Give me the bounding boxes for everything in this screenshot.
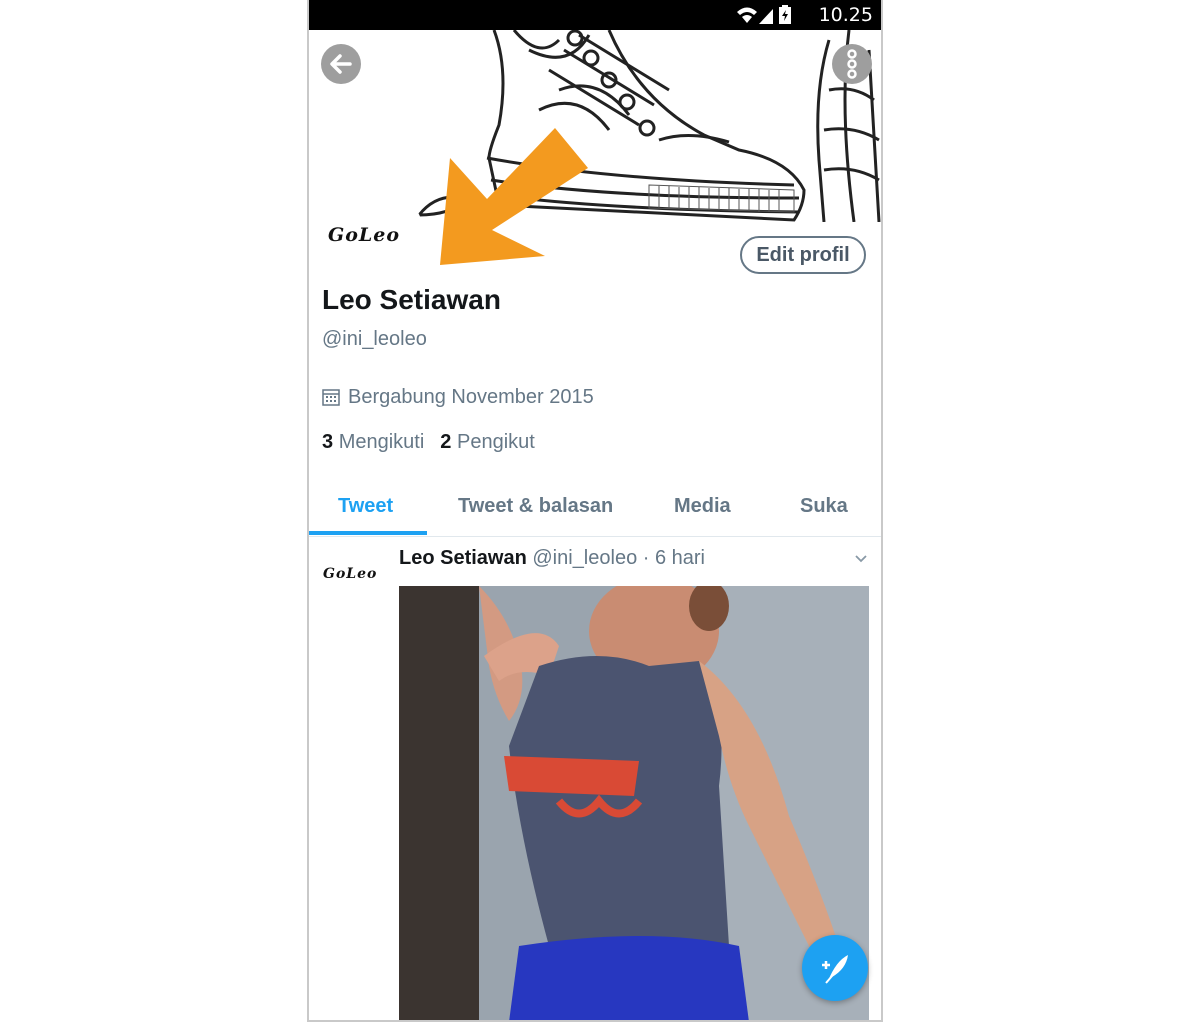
joined-text: Bergabung November 2015 [348,386,594,408]
followers-link[interactable]: 2 Pengikut [440,431,535,453]
status-icons [737,5,791,24]
gif-photo [399,586,869,1020]
arrow-left-icon [330,54,352,74]
profile-handle: @ini_leoleo [322,328,427,350]
profile-name: Leo Setiawan [322,284,501,315]
more-options-button[interactable] [832,44,872,84]
following-label: Mengikuti [338,431,425,453]
follow-stats: 3 Mengikuti 2 Pengikut [322,431,535,454]
phone-screen: 10.25 GoLeo Edit profil Leo Setiawan @in… [307,0,883,1022]
tab-tweet[interactable]: Tweet [338,495,393,518]
followers-count: 2 [440,431,452,453]
active-tab-indicator [309,531,427,535]
tab-media[interactable]: Media [674,495,731,518]
profile-avatar[interactable]: GoLeo [314,182,424,292]
tweet-author[interactable]: Leo Setiawan [399,547,527,569]
status-time: 10.25 [818,4,873,26]
status-bar: 10.25 [309,0,881,30]
calendar-icon [322,389,340,406]
back-button[interactable] [321,44,361,84]
following-link[interactable]: 3 Mengikuti [322,431,424,453]
avatar-logo-text: GoLeo [328,224,401,246]
edit-profile-button[interactable]: Edit profil [740,236,866,274]
compose-feather-icon [822,955,848,984]
compose-tweet-button[interactable] [802,935,868,1001]
more-vertical-icon [847,49,857,79]
profile-tabs: Tweet Tweet & balasan Media Suka [309,484,881,537]
tweet-avatar[interactable]: GoLeo [323,566,377,582]
following-count: 3 [322,431,334,453]
joined-date: Bergabung November 2015 [322,386,594,409]
tweet-media-image[interactable] [399,586,869,1020]
tweet-meta: @ini_leoleo · 6 hari [532,547,705,569]
tab-tweet-balasan[interactable]: Tweet & balasan [458,495,613,518]
followers-label: Pengikut [456,431,535,453]
chevron-down-icon[interactable] [854,552,868,566]
tweet-header: Leo Setiawan @ini_leoleo · 6 hari [399,547,705,570]
tab-suka[interactable]: Suka [800,495,848,518]
